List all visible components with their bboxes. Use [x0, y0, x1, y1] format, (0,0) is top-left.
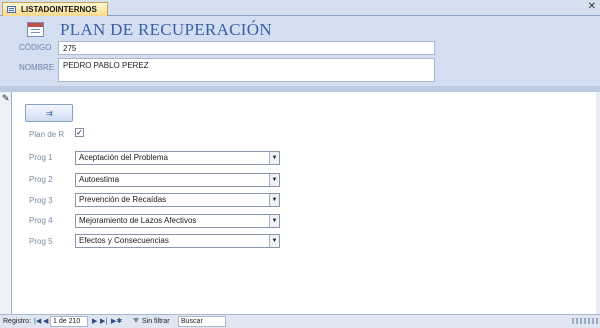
prog2-combo[interactable]: Autoestima ▼ — [75, 173, 280, 187]
chevron-down-icon[interactable]: ▼ — [269, 174, 279, 186]
record-navigation-bar: Registro: |◀ ◀ 1 de 210 ▶ ▶| ▶✱ Sin filt… — [0, 314, 600, 328]
codigo-label: CÓDIGO — [19, 43, 52, 52]
prog3-label: Prog 3 — [29, 196, 53, 205]
form-header: PLAN DE RECUPERACIÓN CÓDIGO 275 NOMBRE P… — [0, 16, 600, 86]
record-selector[interactable]: ✎ — [0, 92, 12, 314]
page-title: PLAN DE RECUPERACIÓN — [60, 20, 272, 39]
prog1-label: Prog 1 — [29, 153, 53, 162]
nombre-field[interactable]: PEDRO PABLO PEREZ — [58, 58, 435, 82]
plan-label: Plan de R — [29, 130, 65, 139]
access-form-window: LISTADOINTERNOS ✕ PLAN DE RECUPERACIÓN C… — [0, 0, 600, 328]
resize-grip-icon[interactable] — [572, 318, 598, 324]
prog1-value: Aceptación del Problema — [79, 153, 168, 162]
chevron-down-icon[interactable]: ▼ — [269, 152, 279, 164]
document-tab-strip: LISTADOINTERNOS ✕ — [0, 0, 600, 16]
search-input[interactable]: Buscar — [178, 316, 226, 327]
tab-label: LISTADOINTERNOS — [21, 5, 97, 14]
vertical-scrollbar[interactable] — [596, 92, 600, 314]
record-position-field[interactable]: 1 de 210 — [50, 316, 88, 327]
prog5-value: Efectos y Consecuencias — [79, 236, 169, 245]
chevron-down-icon[interactable]: ▼ — [269, 194, 279, 206]
form-icon — [7, 6, 16, 13]
filter-status-button[interactable]: Sin filtrar — [142, 317, 170, 326]
last-record-button[interactable]: ▶| — [100, 317, 107, 326]
chevron-down-icon[interactable]: ▼ — [269, 215, 279, 227]
nombre-label: NOMBRE — [19, 63, 55, 72]
section-divider — [0, 86, 600, 92]
previous-record-button[interactable]: ◀ — [43, 317, 48, 326]
tab-listadointernos[interactable]: LISTADOINTERNOS — [2, 2, 108, 16]
prog5-combo[interactable]: Efectos y Consecuencias ▼ — [75, 234, 280, 248]
form-header-icon — [27, 22, 44, 37]
prog4-value: Mejoramiento de Lazos Afectivos — [79, 216, 197, 225]
registro-label: Registro: — [3, 318, 32, 325]
prog1-combo[interactable]: Aceptación del Problema ▼ — [75, 151, 280, 165]
macro-icon: ⇉ — [46, 109, 53, 118]
first-record-button[interactable]: |◀ — [34, 317, 41, 326]
prog2-value: Autoestima — [79, 175, 120, 184]
next-record-button[interactable]: ▶ — [92, 317, 97, 326]
codigo-field[interactable]: 275 — [58, 41, 435, 55]
close-icon[interactable]: ✕ — [588, 1, 596, 13]
pencil-icon: ✎ — [2, 93, 10, 103]
prog4-label: Prog 4 — [29, 216, 53, 225]
prog4-combo[interactable]: Mejoramiento de Lazos Afectivos ▼ — [75, 214, 280, 228]
plan-checkbox[interactable]: ✓ — [75, 128, 84, 137]
prog3-combo[interactable]: Prevención de Recaídas ▼ — [75, 193, 280, 207]
filter-icon — [133, 318, 139, 323]
prog2-label: Prog 2 — [29, 175, 53, 184]
chevron-down-icon[interactable]: ▼ — [269, 235, 279, 247]
prog3-value: Prevención de Recaídas — [79, 195, 167, 204]
macro-button[interactable]: ⇉ — [25, 104, 73, 122]
new-record-button[interactable]: ▶✱ — [111, 317, 122, 326]
prog5-label: Prog 5 — [29, 237, 53, 246]
